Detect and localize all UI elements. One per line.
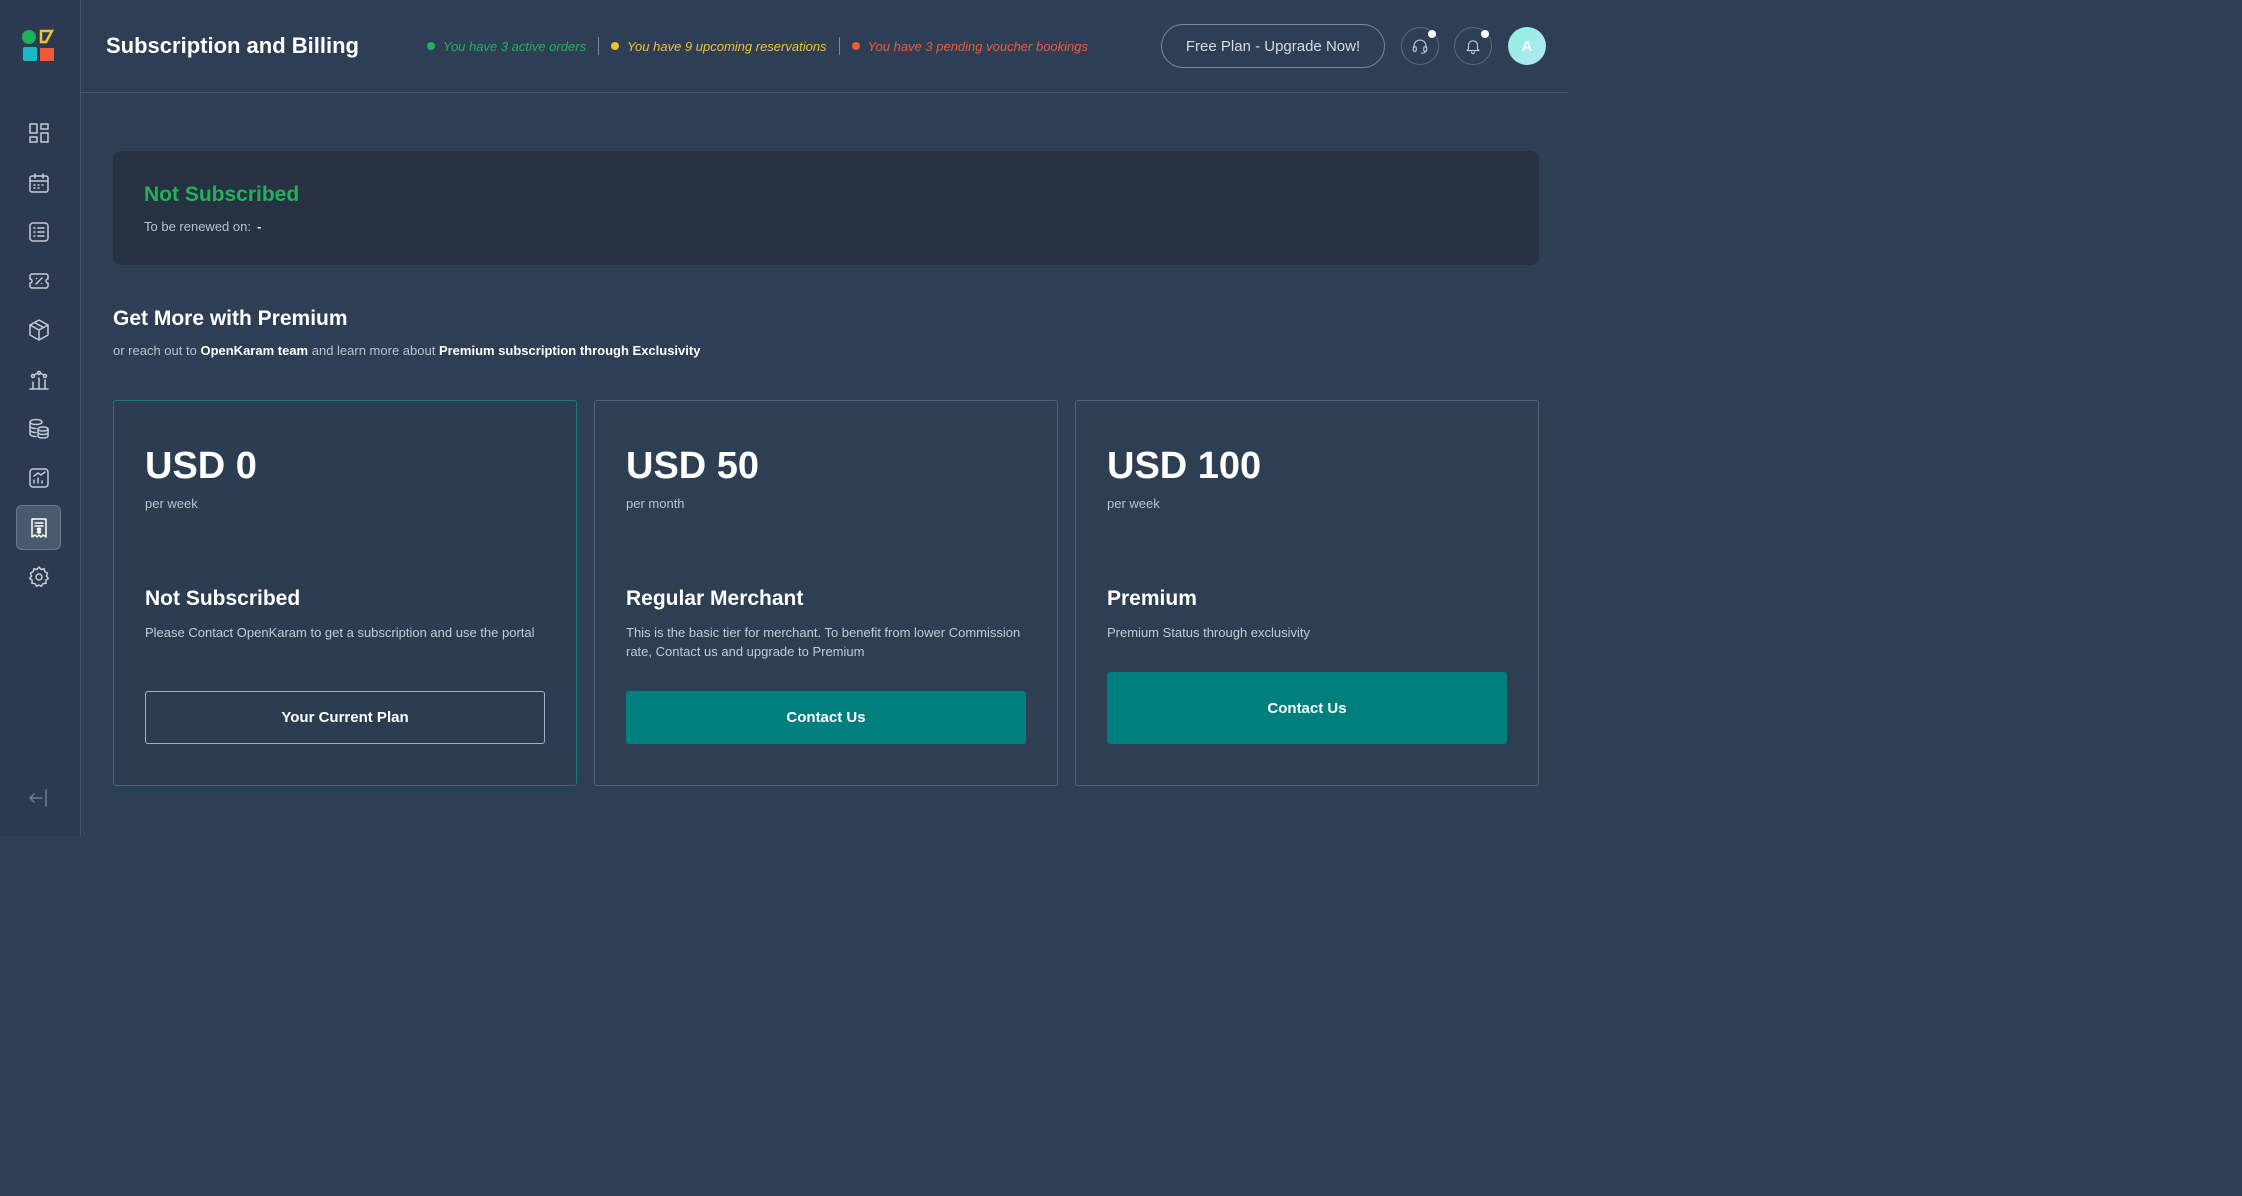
- plan-name: Not Subscribed: [145, 587, 301, 610]
- avatar[interactable]: A: [1508, 27, 1546, 65]
- notice-pending-vouchers[interactable]: You have 3 pending voucher bookings: [851, 38, 1089, 54]
- plan-period: per week: [1107, 496, 1160, 511]
- subtitle-prefix: or reach out to: [113, 343, 197, 358]
- sidebar-item-dashboard[interactable]: [16, 110, 61, 155]
- sidebar-item-settings[interactable]: [16, 554, 61, 599]
- subtitle-highlight: Premium subscription through Exclusivity: [438, 343, 701, 358]
- settings-icon: [28, 565, 49, 587]
- contact-us-button[interactable]: Contact Us: [626, 691, 1026, 744]
- analytics-icon: [28, 370, 49, 390]
- billing-icon: [30, 517, 47, 538]
- sidebar-item-calendar[interactable]: [16, 160, 61, 205]
- plan-period: per month: [626, 496, 685, 511]
- plan-price: USD 50: [626, 445, 760, 487]
- status-dot: [427, 42, 435, 50]
- sidebar-item-reports[interactable]: [16, 455, 61, 500]
- notice-bar: You have 3 active orders You have 9 upco…: [427, 37, 1088, 55]
- divider: [598, 37, 600, 55]
- plan-card-free: USD 0 per week Not Subscribed Please Con…: [113, 400, 577, 786]
- plan-period: per week: [145, 496, 198, 511]
- notifications-button[interactable]: [1454, 27, 1492, 65]
- sidebar-item-orders[interactable]: [16, 209, 61, 254]
- plan-card-premium: USD 100 per week Premium Premium Status …: [1075, 400, 1539, 786]
- sidebar-item-analytics[interactable]: [16, 357, 61, 402]
- logout-button[interactable]: [26, 786, 50, 810]
- plan-name: Premium: [1107, 587, 1197, 610]
- plan-description: Premium Status through exclusivity: [1107, 625, 1311, 640]
- renewal-info: To be renewed on: -: [144, 219, 261, 234]
- logout-icon: [29, 789, 47, 807]
- sidebar-item-database[interactable]: [16, 406, 61, 451]
- plan-description: This is the basic tier for merchant. To …: [626, 625, 1021, 659]
- current-plan-button[interactable]: Your Current Plan: [145, 691, 545, 744]
- app-logo[interactable]: [20, 28, 58, 64]
- renewal-label: To be renewed on:: [144, 219, 251, 234]
- voucher-icon: [28, 272, 49, 289]
- notice-text: You have 9 upcoming reservations: [627, 38, 827, 54]
- top-header: Subscription and Billing You have 3 acti…: [81, 0, 1568, 93]
- subtitle-team: OpenKaram team: [200, 343, 309, 358]
- dashboard-icon: [28, 122, 49, 143]
- plan-card-regular: USD 50 per month Regular Merchant This i…: [594, 400, 1058, 786]
- plan-name: Regular Merchant: [626, 587, 804, 610]
- box-icon: [28, 318, 49, 341]
- subscription-status-card: Not Subscribed To be renewed on: -: [113, 151, 1539, 265]
- upgrade-button[interactable]: Free Plan - Upgrade Now!: [1161, 24, 1385, 68]
- plan-description: Please Contact OpenKaram to get a subscr…: [145, 625, 535, 640]
- sidebar-item-products[interactable]: [16, 307, 61, 352]
- support-button[interactable]: [1401, 27, 1439, 65]
- renewal-date: -: [256, 219, 262, 234]
- contact-us-button[interactable]: Contact Us: [1107, 672, 1507, 744]
- notice-text: You have 3 active orders: [443, 38, 587, 54]
- sidebar: [0, 0, 81, 836]
- notification-dot: [1481, 30, 1489, 38]
- notice-text: You have 3 pending voucher bookings: [867, 38, 1089, 54]
- subscription-status: Not Subscribed: [144, 183, 300, 206]
- list-icon: [28, 221, 49, 242]
- plan-price: USD 0: [145, 445, 257, 487]
- plan-price: USD 100: [1107, 445, 1262, 487]
- sidebar-item-vouchers[interactable]: [16, 258, 61, 303]
- status-dot: [611, 42, 620, 50]
- notice-active-orders[interactable]: You have 3 active orders: [427, 39, 586, 54]
- page-title: Subscription and Billing: [106, 33, 359, 58]
- calendar-icon: [28, 172, 49, 193]
- premium-section-subtitle: or reach out to OpenKaram team and learn…: [113, 343, 700, 358]
- bell-icon: [1466, 40, 1480, 54]
- premium-section-title: Get More with Premium: [113, 307, 348, 330]
- sidebar-item-billing[interactable]: [16, 505, 61, 550]
- headset-icon: [1412, 39, 1428, 54]
- notification-dot: [1428, 30, 1436, 38]
- subtitle-middle: and learn more about: [311, 343, 436, 358]
- reports-icon: [28, 467, 49, 488]
- status-dot: [851, 42, 860, 50]
- database-icon: [28, 418, 49, 439]
- divider: [838, 37, 840, 55]
- notice-upcoming-reservations[interactable]: You have 9 upcoming reservations: [611, 38, 827, 54]
